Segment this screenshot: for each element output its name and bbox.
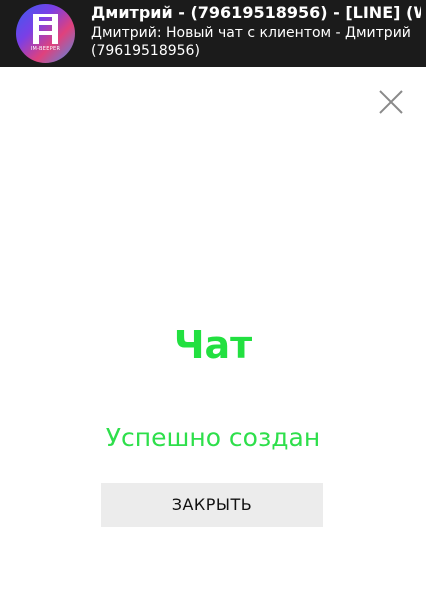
close-icon[interactable] bbox=[374, 85, 408, 119]
success-message: Успешно создан bbox=[105, 423, 321, 452]
notification-banner[interactable]: IM-BEEPER Дмитрий - (79619518956) - [LIN… bbox=[0, 0, 426, 67]
dialog-title: Чат bbox=[173, 323, 253, 367]
notification-title: Дмитрий - (79619518956) - [LINE] (W... bbox=[91, 3, 421, 22]
notification-text: Дмитрий: Новый чат с клиентом - Дмитрий … bbox=[91, 25, 411, 59]
app-logo-icon: IM-BEEPER bbox=[16, 4, 75, 63]
close-button[interactable]: ЗАКРЫТЬ bbox=[101, 483, 323, 527]
app-logo-label: IM-BEEPER bbox=[30, 46, 61, 52]
